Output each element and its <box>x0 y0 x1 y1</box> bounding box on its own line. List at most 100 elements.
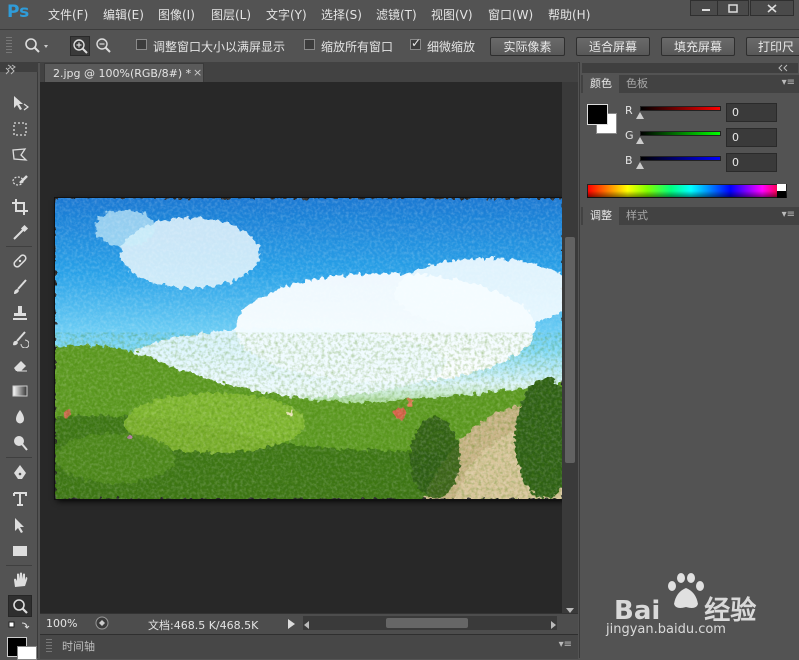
resize-windows-label: 调整窗口大小以满屏显示 <box>153 40 286 54</box>
scrubby-zoom-checkbox[interactable] <box>410 36 421 50</box>
adjustments-panel-menu-icon[interactable]: ▾≡ <box>782 209 795 220</box>
gradient-tool-icon[interactable] <box>8 380 32 402</box>
menu-layer[interactable]: 图层(L) <box>211 6 251 23</box>
options-bar: 调整窗口大小以满屏显示 缩放所有窗口 细微缩放 实际像素 适合屏幕 填充屏幕 打… <box>0 29 799 63</box>
type-tool-icon[interactable] <box>8 488 32 510</box>
fill-screen-button[interactable]: 填充屏幕 <box>661 37 735 56</box>
adjustments-panel-header: 调整 样式 ▾≡ <box>581 207 799 225</box>
green-slider-handle[interactable] <box>636 137 644 144</box>
blur-tool-icon[interactable] <box>8 406 32 428</box>
toolbar-divider <box>6 457 32 458</box>
horizontal-scroll-thumb[interactable] <box>386 618 468 628</box>
blue-value-input[interactable]: 0 <box>726 153 777 172</box>
zoom-in-icon[interactable] <box>70 36 90 56</box>
hand-tool-icon[interactable] <box>8 569 32 591</box>
menu-select[interactable]: 选择(S) <box>321 6 362 23</box>
rectangle-tool-icon[interactable] <box>8 540 32 562</box>
scroll-right-arrow-icon[interactable] <box>551 619 557 632</box>
tab-styles[interactable]: 样式 <box>619 207 655 225</box>
panel-collapse-icon[interactable] <box>5 65 17 78</box>
status-info-icon[interactable] <box>95 616 109 633</box>
blue-slider[interactable] <box>640 156 721 161</box>
document-size: 文档:468.5 K/468.5K <box>148 619 259 632</box>
brush-tool-icon[interactable] <box>8 276 32 298</box>
resize-windows-checkbox[interactable] <box>136 39 147 50</box>
pen-tool-icon[interactable] <box>8 462 32 484</box>
path-selection-tool-icon[interactable] <box>8 514 32 536</box>
timeline-menu-icon[interactable]: ▾≡ <box>559 639 572 650</box>
red-value-input[interactable]: 0 <box>726 103 777 122</box>
red-slider[interactable] <box>640 106 721 111</box>
toolbar-divider <box>6 246 32 247</box>
zoom-tool-icon[interactable] <box>8 595 32 617</box>
healing-brush-tool-icon[interactable] <box>8 250 32 272</box>
green-slider[interactable] <box>640 131 721 136</box>
spectrum-black-white[interactable] <box>777 184 786 198</box>
zoom-tool-preset-icon[interactable] <box>22 36 48 56</box>
color-panel-menu-icon[interactable]: ▾≡ <box>782 77 795 88</box>
move-tool-icon[interactable] <box>8 92 32 114</box>
toolbar-divider <box>6 565 32 566</box>
crop-tool-icon[interactable] <box>8 196 32 218</box>
color-panel-header: 颜色 色板 ▾≡ <box>581 75 799 93</box>
close-icon <box>767 4 777 13</box>
minimize-icon <box>702 9 710 11</box>
timeline-grip[interactable] <box>46 639 52 653</box>
timeline-panel: 时间轴 ▾≡ <box>40 634 578 659</box>
blue-slider-handle[interactable] <box>636 162 644 169</box>
menu-bar: Ps 文件(F) 编辑(E) 图像(I) 图层(L) 文字(Y) 选择(S) 滤… <box>0 0 799 28</box>
spectrum-shade <box>587 191 787 198</box>
fit-screen-button[interactable]: 适合屏幕 <box>576 37 650 56</box>
mosaic-landscape-image <box>55 198 563 499</box>
timeline-tab[interactable]: 时间轴 <box>62 638 95 654</box>
eyedropper-tool-icon[interactable] <box>8 222 32 244</box>
actual-pixels-button[interactable]: 实际像素 <box>490 37 565 56</box>
restore-button[interactable] <box>717 0 749 16</box>
document-tab-title: 2.jpg @ 100%(RGB/8#) * <box>53 67 192 80</box>
photoshop-logo: Ps <box>7 2 30 22</box>
zoom-out-icon[interactable] <box>94 36 114 56</box>
lasso-tool-icon[interactable] <box>8 144 32 166</box>
document-image[interactable] <box>55 198 563 499</box>
quick-selection-tool-icon[interactable] <box>8 170 32 192</box>
baidu-url: jingyan.baidu.com <box>606 622 726 637</box>
menu-file[interactable]: 文件(F) <box>48 6 88 23</box>
menu-edit[interactable]: 编辑(E) <box>103 6 144 23</box>
tab-adjustments[interactable]: 调整 <box>583 207 619 225</box>
menu-view[interactable]: 视图(V) <box>431 6 473 23</box>
tab-swatches[interactable]: 色板 <box>619 75 655 93</box>
close-window-button[interactable] <box>750 0 794 16</box>
marquee-tool-icon[interactable] <box>8 118 32 140</box>
print-size-button[interactable]: 打印尺 <box>746 37 799 56</box>
dock-header[interactable] <box>582 63 798 73</box>
history-brush-tool-icon[interactable] <box>8 328 32 350</box>
options-bar-grip[interactable] <box>6 37 12 55</box>
red-channel-label: R <box>625 104 633 117</box>
status-menu-arrow-icon[interactable] <box>288 619 296 632</box>
panel-foreground-swatch[interactable] <box>587 104 608 125</box>
menu-filter[interactable]: 滤镜(T) <box>376 6 417 23</box>
right-panel-dock <box>579 62 799 658</box>
zoom-all-windows-label: 缩放所有窗口 <box>321 40 394 54</box>
tab-color[interactable]: 颜色 <box>583 75 619 93</box>
menu-help[interactable]: 帮助(H) <box>548 6 590 23</box>
clone-stamp-tool-icon[interactable] <box>8 302 32 324</box>
document-tab[interactable]: 2.jpg @ 100%(RGB/8#) * × <box>44 63 204 82</box>
green-value-input[interactable]: 0 <box>726 128 777 147</box>
blue-channel-label: B <box>625 154 633 167</box>
close-document-icon[interactable]: × <box>193 66 202 79</box>
zoom-all-windows-checkbox[interactable] <box>304 39 315 50</box>
scrubby-zoom-label: 细微缩放 <box>427 40 476 54</box>
red-slider-handle[interactable] <box>636 112 644 119</box>
vertical-scroll-thumb[interactable] <box>565 237 575 463</box>
menu-image[interactable]: 图像(I) <box>158 6 195 23</box>
dodge-tool-icon[interactable] <box>8 432 32 454</box>
green-channel-label: G <box>625 129 634 142</box>
restore-icon <box>728 4 738 13</box>
zoom-level[interactable]: 100% <box>46 617 77 630</box>
scroll-left-arrow-icon[interactable] <box>304 619 310 632</box>
menu-type[interactable]: 文字(Y) <box>266 6 307 23</box>
swap-colors-icon[interactable] <box>8 621 30 631</box>
eraser-tool-icon[interactable] <box>8 354 32 376</box>
menu-window[interactable]: 窗口(W) <box>488 6 533 23</box>
